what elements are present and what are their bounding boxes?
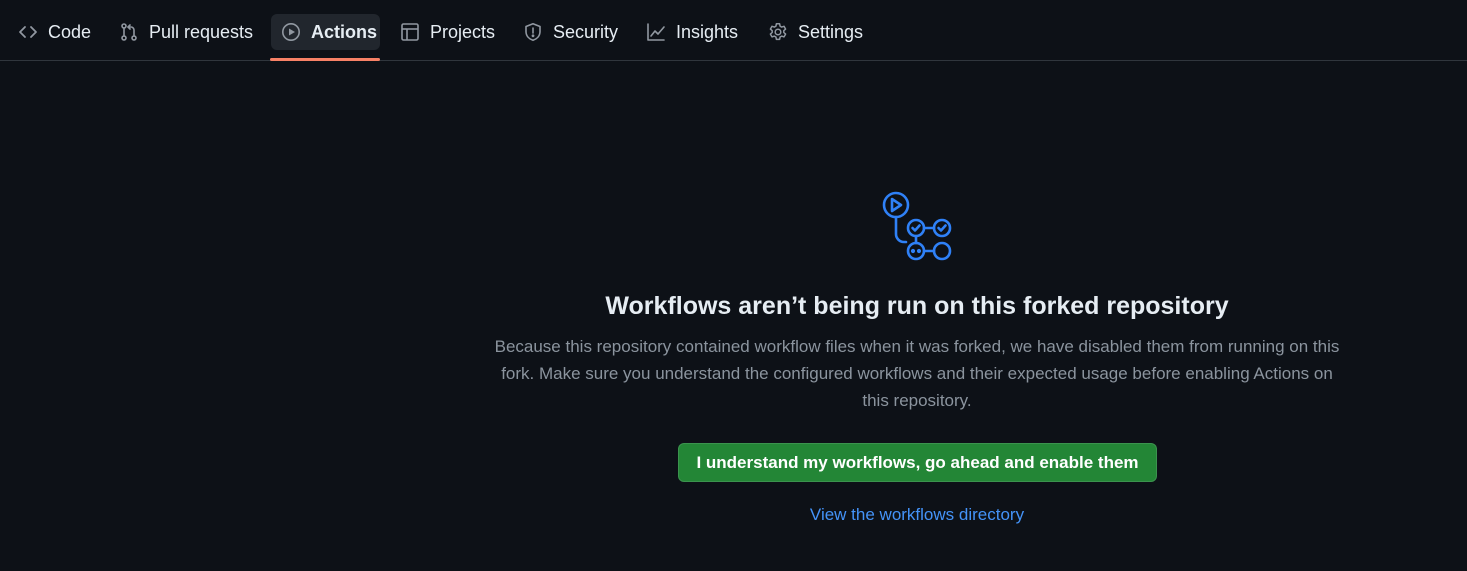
gear-icon	[768, 22, 788, 42]
play-icon	[281, 22, 301, 42]
tab-pull-requests-label: Pull requests	[149, 21, 254, 42]
tab-code[interactable]: Code	[18, 14, 91, 50]
tab-security-label: Security	[553, 21, 619, 42]
pull-request-icon	[119, 22, 139, 42]
repo-tab-bar: Code Pull requests Actions Projects Secu…	[0, 0, 1467, 61]
tab-insights[interactable]: Insights	[646, 14, 738, 50]
page-title: Workflows aren’t being run on this forke…	[605, 292, 1229, 320]
tab-actions[interactable]: Actions	[271, 14, 380, 50]
code-icon	[18, 22, 38, 42]
page-description: Because this repository contained workfl…	[494, 337, 1340, 410]
tab-code-label: Code	[48, 21, 92, 42]
graph-icon	[646, 22, 666, 42]
view-workflows-directory-link[interactable]: View the workflows directory	[717, 505, 1117, 525]
tab-actions-label: Actions	[311, 21, 378, 42]
tab-security[interactable]: Security	[523, 14, 618, 50]
tab-projects[interactable]: Projects	[400, 14, 495, 50]
tab-pull-requests[interactable]: Pull requests	[119, 14, 253, 50]
tab-insights-label: Insights	[676, 21, 739, 42]
tab-settings-label: Settings	[798, 21, 864, 42]
shield-icon	[523, 22, 543, 42]
tab-settings[interactable]: Settings	[768, 14, 863, 50]
enable-workflows-button[interactable]: I understand my workflows, go ahead and …	[678, 443, 1157, 482]
table-icon	[400, 22, 420, 42]
tab-projects-label: Projects	[430, 21, 496, 42]
workflow-icon	[878, 190, 958, 264]
active-tab-indicator	[270, 58, 380, 61]
